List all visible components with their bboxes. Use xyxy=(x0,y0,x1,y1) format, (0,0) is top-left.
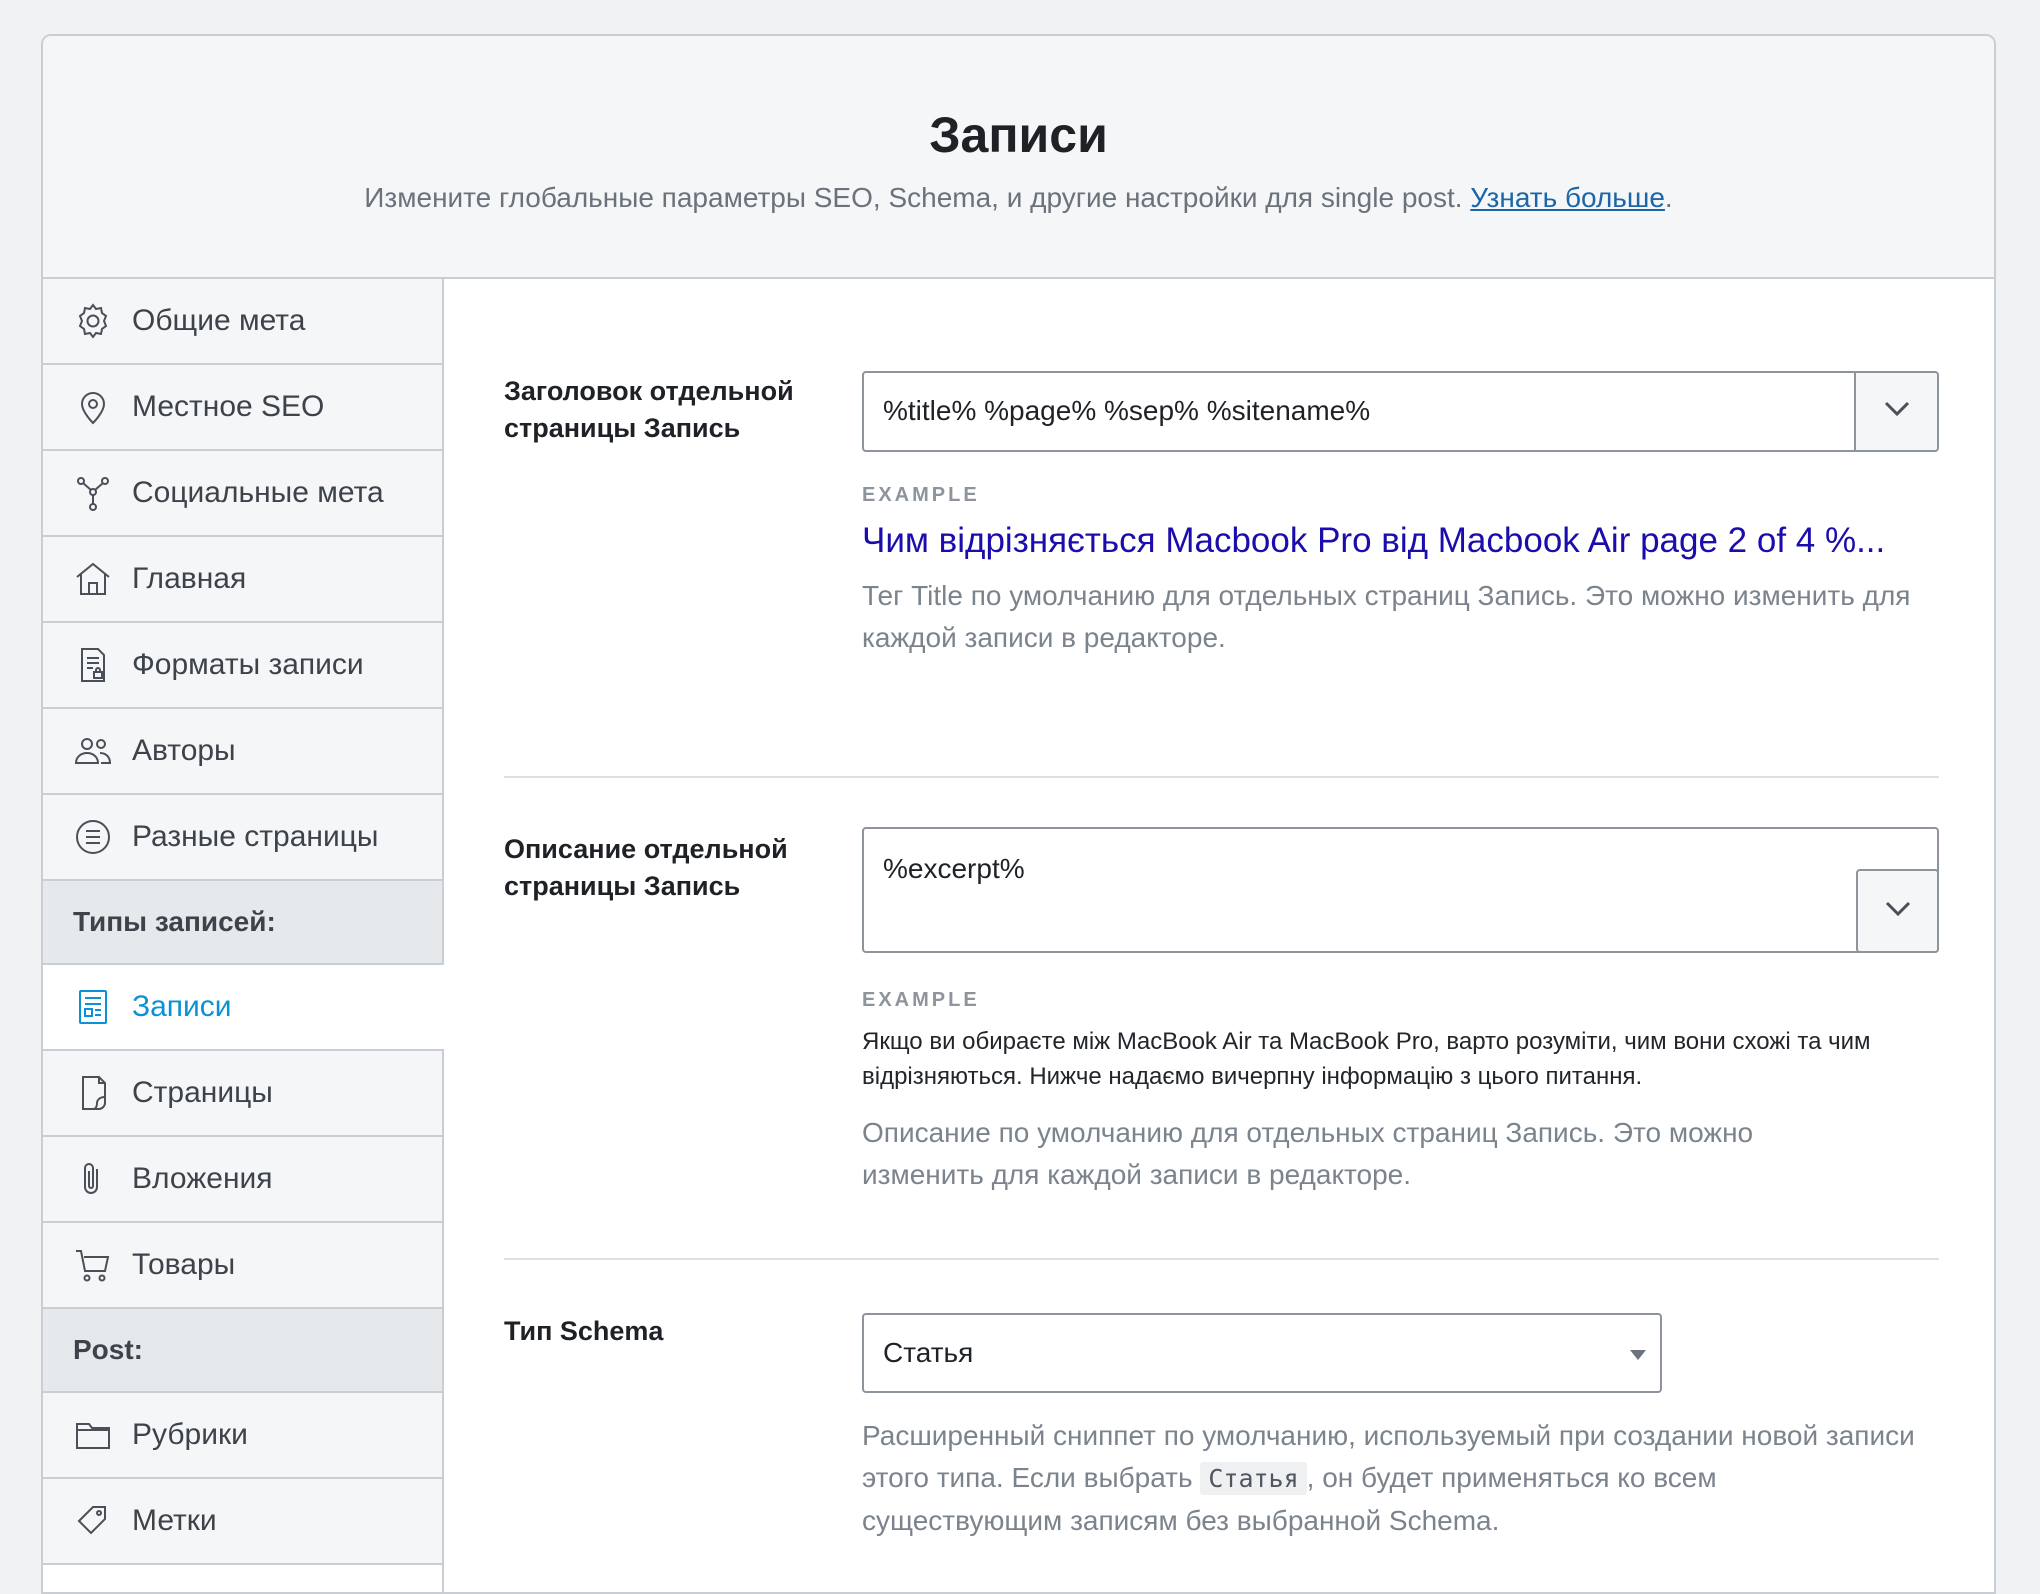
title-template-value[interactable]: %title% %page% %sep% %sitename% xyxy=(883,395,1370,427)
tag-icon xyxy=(73,1501,113,1541)
sidebar-item-attachments[interactable]: Вложения xyxy=(43,1137,442,1223)
folder-icon xyxy=(73,1415,113,1455)
schema-type-value: Статья xyxy=(883,1337,974,1368)
document-lock-icon xyxy=(73,645,113,685)
title-field-label: Заголовок отдельной страницы Запись xyxy=(504,376,794,443)
divider xyxy=(504,1258,1939,1260)
schema-help-text: Расширенный сниппет по умолчанию, исполь… xyxy=(862,1420,1915,1536)
page-icon xyxy=(73,1073,113,1113)
cart-icon xyxy=(73,1245,113,1285)
description-example-tag: EXAMPLE xyxy=(862,989,980,1011)
schema-field-label: Тип Schema xyxy=(504,1316,664,1346)
users-icon xyxy=(73,731,113,771)
schema-help-code: Статья xyxy=(1200,1462,1307,1495)
sidebar: Общие мета Местное SEO Социальные мета Г… xyxy=(43,279,444,1592)
page-title: Записи xyxy=(929,107,1108,163)
sidebar-group-post-types: Типы записей: xyxy=(43,881,442,965)
home-icon xyxy=(73,559,113,599)
sidebar-item-authors[interactable]: Авторы xyxy=(43,709,442,795)
paperclip-icon xyxy=(73,1159,113,1199)
description-field-body: %excerpt% EXAMPLE Якщо ви обираєте між M… xyxy=(862,827,1939,1196)
map-pin-icon xyxy=(73,387,113,427)
list-circle-icon xyxy=(73,817,113,857)
chevron-down-icon xyxy=(1883,400,1911,423)
page-subtitle: Измените глобальные параметры SEO, Schem… xyxy=(364,182,1673,213)
sidebar-item-homepage[interactable]: Главная xyxy=(43,537,442,623)
schema-setting: Тип Schema Статья Расширенный сниппет по… xyxy=(504,1313,1939,1573)
schema-type-select[interactable]: Статья xyxy=(862,1313,1662,1393)
sidebar-item-misc-pages[interactable]: Разные страницы xyxy=(43,795,442,881)
caret-down-icon xyxy=(1630,1350,1646,1360)
title-setting: Заголовок отдельной страницы Запись %tit… xyxy=(504,371,1939,671)
description-help-text: Описание по умолчанию для отдельных стра… xyxy=(862,1117,1754,1190)
sidebar-item-general-meta[interactable]: Общие мета xyxy=(43,279,442,365)
title-help-text: Тег Title по умолчанию для отдельных стр… xyxy=(862,580,1911,653)
title-field-body: %title% %page% %sep% %sitename% EXAMPLE … xyxy=(862,371,1939,659)
post-icon xyxy=(73,987,113,1027)
title-template-input[interactable]: %title% %page% %sep% %sitename% xyxy=(862,371,1939,452)
sidebar-item-tags[interactable]: Метки xyxy=(43,1479,442,1565)
chevron-down-icon xyxy=(1884,900,1912,923)
sidebar-item-post-formats[interactable]: Форматы записи xyxy=(43,623,442,709)
share-network-icon xyxy=(73,473,113,513)
title-example-tag: EXAMPLE xyxy=(862,484,980,506)
sidebar-item-pages[interactable]: Страницы xyxy=(43,1051,442,1137)
description-template-input[interactable]: %excerpt% xyxy=(862,827,1939,953)
sidebar-item-products[interactable]: Товары xyxy=(43,1223,442,1309)
settings-content: Заголовок отдельной страницы Запись %tit… xyxy=(444,279,1994,1592)
title-variables-toggle[interactable] xyxy=(1854,373,1937,450)
schema-field-body: Статья Расширенный сниппет по умолчанию,… xyxy=(862,1313,1939,1542)
learn-more-link[interactable]: Узнать больше xyxy=(1470,182,1665,213)
title-example-preview: Чим відрізняється Macbook Pro від Macboo… xyxy=(862,521,1886,560)
description-template-value[interactable]: %excerpt% xyxy=(883,853,1025,885)
page-header: Записи Измените глобальные параметры SEO… xyxy=(43,36,1994,279)
sidebar-item-local-seo[interactable]: Местное SEO xyxy=(43,365,442,451)
sidebar-item-social-meta[interactable]: Социальные мета xyxy=(43,451,442,537)
sidebar-item-categories[interactable]: Рубрики xyxy=(43,1393,442,1479)
sidebar-group-post: Post: xyxy=(43,1309,442,1393)
gear-icon xyxy=(73,301,113,341)
divider xyxy=(504,776,1939,778)
settings-panel: Записи Измените глобальные параметры SEO… xyxy=(41,34,1996,1594)
description-field-label: Описание отдельной страницы Запись xyxy=(504,834,788,901)
description-setting: Описание отдельной страницы Запись %exce… xyxy=(504,827,1939,1211)
description-variables-toggle[interactable] xyxy=(1856,869,1939,953)
sidebar-item-posts[interactable]: Записи xyxy=(43,965,444,1051)
description-example-preview: Якщо ви обираєте між MacBook Air та MacB… xyxy=(862,1028,1871,1090)
